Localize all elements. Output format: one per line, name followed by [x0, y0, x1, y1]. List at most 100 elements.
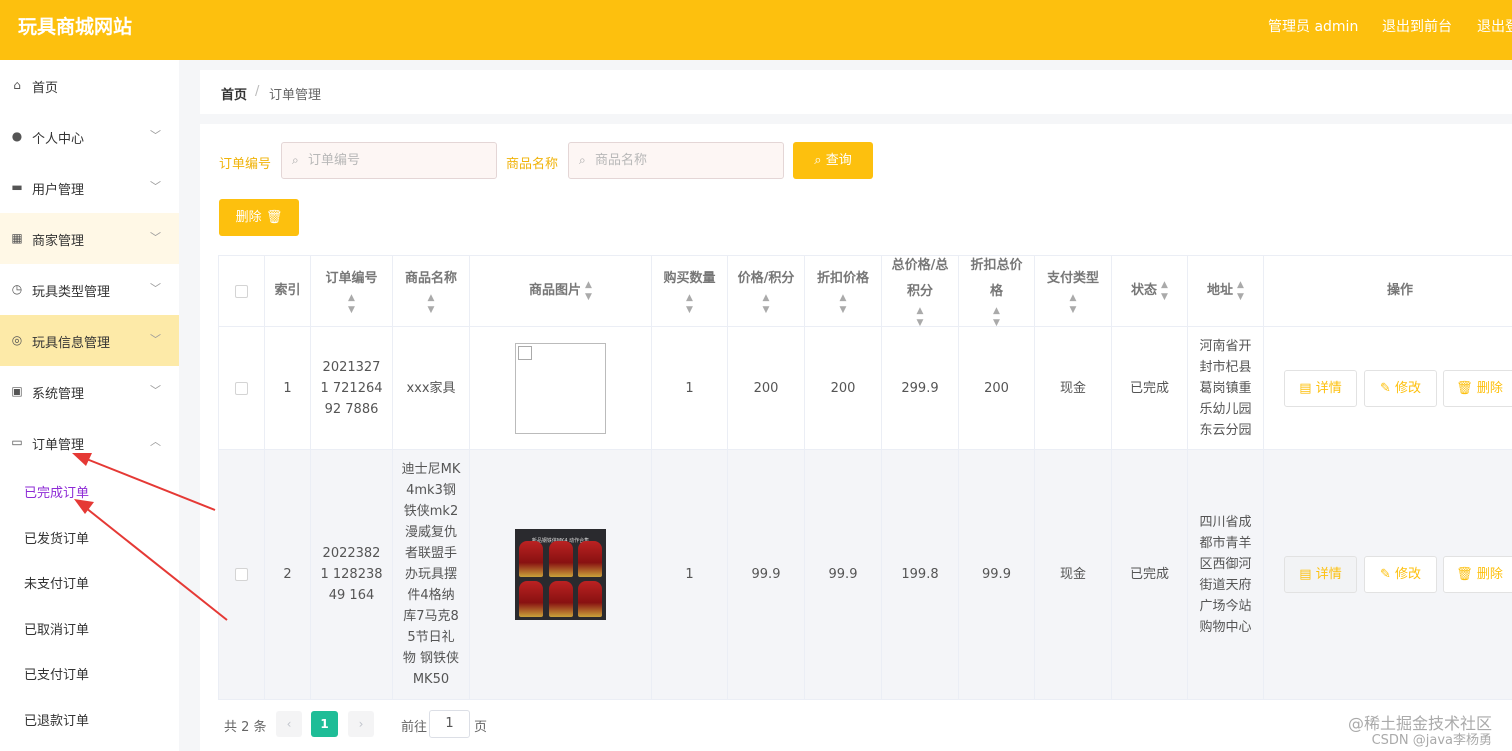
sidebar-item-profile[interactable]: ● 个人中心 ﹀ — [0, 111, 179, 162]
table-row: 1 20213271 72126492 7886 xxx家具 1 200 200… — [219, 327, 1512, 450]
th-order-no[interactable]: 订单编号 ▲ ▼ — [311, 256, 393, 326]
next-page-button[interactable]: › — [348, 711, 374, 737]
detail-button[interactable]: ▤ 详情 — [1284, 556, 1357, 593]
sidebar-item-home[interactable]: ⌂ 首页 — [0, 60, 179, 111]
product-image: 新品钢铁侠MK4 动作合集 — [515, 529, 606, 620]
detail-button[interactable]: ▤ 详情 — [1284, 369, 1357, 407]
sort-icon[interactable]: ▲ ▼ — [585, 279, 592, 303]
chevron-down-icon: ﹀ — [150, 282, 161, 295]
th-discount-price-label: 折扣价格 — [816, 271, 869, 286]
query-button[interactable]: ⌕ 查询 — [793, 142, 873, 179]
sidebar-item-label: 首页 — [32, 81, 59, 96]
breadcrumb-current: 订单管理 — [269, 88, 322, 103]
row-checkbox[interactable] — [235, 381, 248, 395]
cell-status: 已完成 — [1112, 327, 1188, 449]
breadcrumb-home[interactable]: 首页 — [221, 84, 247, 103]
th-discount-price[interactable]: 折扣价格 ▲ ▼ — [805, 256, 882, 326]
goto-page-input[interactable]: 1 — [429, 710, 470, 738]
th-price[interactable]: 价格/积分 ▲ ▼ — [728, 256, 805, 326]
page-number-current[interactable]: 1 — [311, 711, 338, 737]
exit-front-link[interactable]: 退出到前台 — [1382, 16, 1452, 36]
order-no-input[interactable] — [308, 143, 488, 178]
document-icon: ▤ — [1299, 380, 1316, 396]
th-product-name[interactable]: 商品名称 ▲ ▼ — [393, 256, 470, 326]
sidebar-item-merchants[interactable]: ▦ 商家管理 ﹀ — [0, 213, 179, 264]
pagination-total: 共 2 条 — [224, 720, 267, 735]
search-icon: ⌕ — [292, 153, 299, 167]
product-name-field[interactable]: ⌕ — [568, 142, 784, 179]
sidebar-sub-cancelled-orders[interactable]: 已取消订单 — [0, 605, 179, 650]
pencil-icon: ✎ — [1379, 380, 1395, 396]
sidebar-sub-shipped-orders[interactable]: 已发货订单 — [0, 514, 179, 559]
sort-icon[interactable]: ▲ ▼ — [917, 305, 924, 329]
edit-button[interactable]: ✎ 修改 — [1364, 556, 1437, 593]
th-discount-total[interactable]: 折扣总价格 ▲ ▼ — [959, 256, 1035, 329]
sort-icon[interactable]: ▲ ▼ — [763, 292, 770, 316]
delete-label: 删除 — [1476, 380, 1503, 396]
cell-index: 2 — [265, 450, 311, 699]
row-select-cell — [219, 327, 265, 449]
sidebar-sub-refunded-orders[interactable]: 已退款订单 — [0, 696, 179, 741]
cell-quantity: 1 — [652, 450, 728, 699]
sort-icon[interactable]: ▲ ▼ — [1070, 292, 1077, 316]
grid-icon: ▦ — [11, 231, 23, 245]
sidebar-sub-paid-orders[interactable]: 已支付订单 — [0, 650, 179, 695]
product-name-input[interactable] — [595, 143, 775, 178]
sidebar-sub-completed-orders[interactable]: 已完成订单 — [0, 468, 179, 513]
pencil-icon: ✎ — [1379, 567, 1395, 582]
goto-label: 前往 — [401, 720, 428, 735]
sidebar-item-toy-types[interactable]: ◷ 玩具类型管理 ﹀ — [0, 264, 179, 315]
sidebar-sub-label: 已发货订单 — [24, 532, 90, 547]
sidebar-item-users[interactable]: ▬ 用户管理 ﹀ — [0, 162, 179, 213]
edit-button[interactable]: ✎ 修改 — [1364, 369, 1437, 407]
th-address[interactable]: 地址 ▲ ▼ — [1188, 256, 1264, 326]
th-total-price-label: 总价格/总积分 — [891, 258, 949, 299]
sidebar-item-system[interactable]: ▣ 系统管理 ﹀ — [0, 366, 179, 417]
sidebar-item-orders[interactable]: ▭ 订单管理 ︿ — [0, 417, 179, 468]
sidebar-item-toy-info[interactable]: ◎ 玩具信息管理 ﹀ — [0, 315, 179, 366]
cell-total-price-value: 199.8 — [901, 567, 939, 582]
row-checkbox[interactable] — [235, 568, 248, 581]
table-header-row: 索引 订单编号 ▲ ▼ 商品名称 ▲ ▼ 商品图片 ▲ ▼ 购买数量 ▲ ▼ 价格/积分 ▲ ▼ 折… — [219, 255, 1512, 329]
select-all-cell — [219, 256, 265, 326]
order-no-field[interactable]: ⌕ — [281, 142, 497, 179]
sidebar-sub-unpaid-orders[interactable]: 未支付订单 — [0, 559, 179, 604]
sort-icon[interactable]: ▲ ▼ — [993, 305, 1000, 329]
th-price-label: 价格/积分 — [737, 271, 795, 286]
sort-icon[interactable]: ▲ ▼ — [1237, 279, 1244, 303]
th-status[interactable]: 状态 ▲ ▼ — [1112, 256, 1188, 326]
th-product-image[interactable]: 商品图片 ▲ ▼ — [470, 256, 652, 326]
cell-address-value: 河南省开封市杞县葛岗镇重乐幼儿园东云分园 — [1199, 338, 1252, 438]
sort-icon[interactable]: ▲ ▼ — [1161, 279, 1168, 303]
delete-button[interactable]: 🗑 删除 — [1443, 369, 1512, 407]
cell-price: 99.9 — [728, 450, 805, 699]
th-product-image-label: 商品图片 — [529, 283, 582, 298]
cell-address-value: 四川省成都市青羊区西御河街道天府广场今站购物中心 — [1199, 514, 1252, 635]
clock-icon: ◷ — [11, 282, 23, 296]
sort-icon[interactable]: ▲ ▼ — [348, 292, 355, 316]
sidebar: ⌂ 首页 ● 个人中心 ﹀ ▬ 用户管理 ﹀ ▦ 商家管理 ﹀ ◷ 玩具类型管理… — [0, 60, 179, 751]
sort-icon[interactable]: ▲ ▼ — [428, 292, 435, 316]
cell-product-name-value: 迪士尼MK4mk3钢铁侠mk2漫威复仇者联盟手办玩具摆件4格纳库7马克85节日礼… — [401, 462, 461, 687]
delete-button[interactable]: 🗑 删除 — [1443, 556, 1512, 593]
cell-total-price-value: 299.9 — [901, 380, 939, 396]
sidebar-sub-label: 已退款订单 — [24, 714, 90, 729]
chevron-down-icon: ﹀ — [150, 384, 161, 397]
prev-page-button[interactable]: ‹ — [276, 711, 302, 737]
home-icon: ⌂ — [13, 78, 21, 92]
chevron-down-icon: ﹀ — [150, 180, 161, 193]
cell-address: 河南省开封市杞县葛岗镇重乐幼儿园东云分园 — [1188, 327, 1264, 449]
sort-icon[interactable]: ▲ ▼ — [840, 292, 847, 316]
batch-delete-button[interactable]: 删除 🗑 — [219, 199, 299, 236]
exit-login-link[interactable]: 退出登录 — [1477, 16, 1512, 36]
th-total-price[interactable]: 总价格/总积分 ▲ ▼ — [882, 256, 959, 329]
th-quantity[interactable]: 购买数量 ▲ ▼ — [652, 256, 728, 326]
detail-label: 详情 — [1315, 567, 1342, 582]
th-discount-total-label: 折扣总价格 — [970, 258, 1023, 299]
user-icon: ● — [11, 129, 23, 143]
select-all-checkbox[interactable] — [235, 284, 248, 298]
delete-label: 删除 — [1476, 567, 1503, 582]
th-pay-type[interactable]: 支付类型 ▲ ▼ — [1035, 256, 1112, 326]
sort-icon[interactable]: ▲ ▼ — [686, 292, 693, 316]
th-status-label: 状态 — [1131, 283, 1158, 298]
